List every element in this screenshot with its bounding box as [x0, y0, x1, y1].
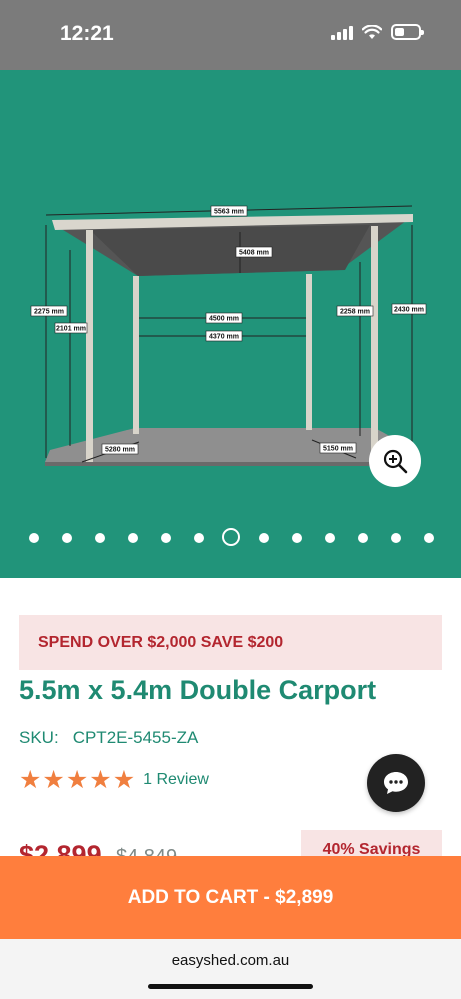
- zoom-button[interactable]: [369, 435, 421, 487]
- promo-banner: SPEND OVER $2,000 SAVE $200: [19, 615, 442, 670]
- cellular-signal-icon: [331, 25, 353, 40]
- carousel-dot[interactable]: [423, 533, 434, 543]
- dim-right-outer-height: 2430 mm: [394, 307, 424, 314]
- star-rating: ★ ★ ★ ★ ★: [19, 767, 135, 792]
- dim-post-span-rear: 4500 mm: [209, 316, 239, 323]
- carousel-dots: [0, 528, 461, 548]
- carousel-dot[interactable]: [358, 533, 368, 543]
- dim-right-inner-height: 2258 mm: [340, 309, 370, 316]
- carousel-dot[interactable]: [292, 533, 303, 543]
- sku-row: SKU: CPT2E-5455-ZA: [19, 728, 198, 748]
- browser-url-bar[interactable]: easyshed.com.au: [0, 939, 461, 999]
- battery-icon: [391, 24, 424, 40]
- product-title: 5.5m x 5.4m Double Carport: [19, 675, 377, 705]
- carousel-dot[interactable]: [160, 533, 171, 543]
- dim-base-right: 5150 mm: [323, 446, 353, 453]
- carousel-dot[interactable]: [259, 533, 270, 543]
- dim-post-span-front: 4370 mm: [209, 334, 239, 341]
- wifi-icon: [362, 24, 382, 39]
- carousel-dot[interactable]: [193, 533, 204, 543]
- review-count-link[interactable]: 1 Review: [143, 771, 209, 789]
- dim-base-left: 5280 mm: [105, 447, 135, 454]
- dim-roof-depth: 5408 mm: [239, 250, 269, 257]
- carousel-dot[interactable]: [390, 533, 401, 543]
- home-indicator[interactable]: [148, 984, 313, 989]
- sku-label: SKU:: [19, 728, 59, 747]
- star-icon: ★: [112, 765, 136, 794]
- dim-left-outer-height: 2275 mm: [34, 309, 64, 316]
- zoom-in-icon: [383, 449, 408, 474]
- dim-top-length: 5563 mm: [214, 209, 244, 216]
- star-icon: ★: [89, 765, 112, 794]
- carousel-dot[interactable]: [222, 528, 241, 546]
- carousel-dot[interactable]: [94, 533, 105, 543]
- star-icon: ★: [19, 765, 42, 794]
- dim-left-inner-height: 2101 mm: [56, 326, 86, 333]
- status-icons: [331, 24, 424, 40]
- add-to-cart-button[interactable]: ADD TO CART - $2,899: [0, 856, 461, 939]
- promo-text: SPEND OVER $2,000 SAVE $200: [38, 633, 284, 651]
- carousel-dot[interactable]: [61, 533, 72, 543]
- star-icon: ★: [42, 765, 65, 794]
- chat-bubble-icon: [384, 772, 408, 794]
- status-time: 12:21: [60, 22, 114, 45]
- carousel-dot[interactable]: [29, 533, 39, 543]
- star-icon: ★: [65, 765, 89, 794]
- chat-button[interactable]: [367, 754, 425, 812]
- url-text[interactable]: easyshed.com.au: [0, 952, 461, 969]
- product-gallery[interactable]: 5563 mm 5408 mm 2275 mm 2101 mm 4500 mm …: [0, 70, 461, 578]
- carousel-dot[interactable]: [325, 533, 336, 543]
- status-bar: 12:21: [0, 0, 461, 70]
- rating-row[interactable]: ★ ★ ★ ★ ★ 1 Review: [19, 767, 209, 792]
- carousel-dot[interactable]: [127, 533, 138, 543]
- sku-value: CPT2E-5455-ZA: [72, 728, 199, 747]
